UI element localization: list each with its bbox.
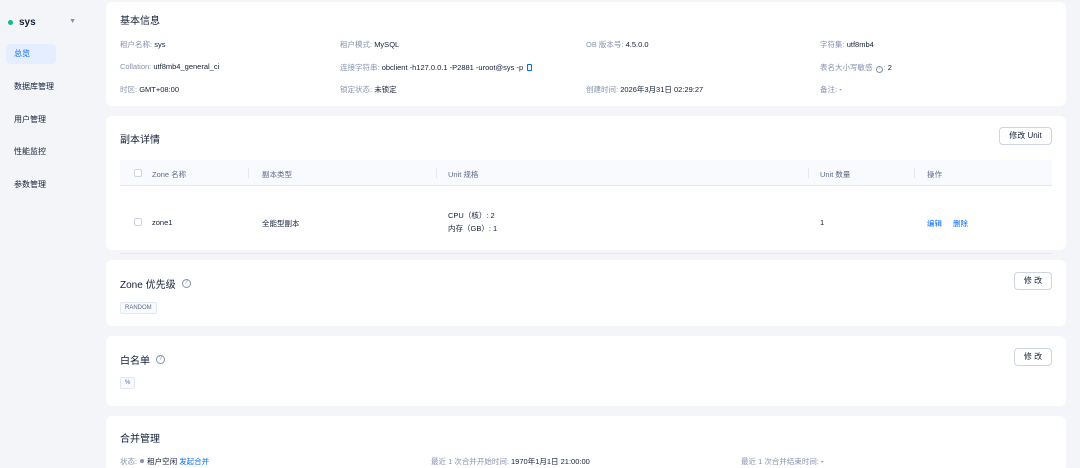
header-zone-name: Zone 名称 — [152, 170, 187, 179]
tenant-name: sys — [19, 16, 36, 28]
edit-zone-priority-button[interactable]: 修 改 — [1014, 272, 1052, 290]
header-unit-count: Unit 数量 — [820, 170, 851, 179]
sidebar-item-parameters[interactable]: 参数管理 — [6, 175, 76, 195]
row-unit-count: 1 — [820, 218, 825, 227]
row-checkbox[interactable] — [134, 218, 142, 226]
connection-string-field: 连接字符串: obclient -h127.0.0.1 -P2881 -uroo… — [340, 62, 533, 73]
created-time-field: 创建时间: 2026年3月31日 02:29:27 — [586, 85, 704, 94]
chevron-down-icon[interactable]: ▼ — [69, 18, 76, 25]
question-icon[interactable]: ? — [875, 66, 883, 73]
header-replica-type: 副本类型 — [262, 170, 292, 179]
last-merge-start-field: 最近 1 次合并开始时间: 1970年1月1日 21:00:00 — [431, 457, 590, 466]
whitelist-title: 白名单? — [120, 352, 165, 367]
row-edit-link[interactable]: 编辑 — [927, 218, 942, 229]
whitelist-tag: % — [120, 377, 136, 389]
collation-field: Collation: utf8mb4_general_ci — [120, 62, 220, 71]
sidebar: sys ▼ 总览 数据库管理 用户管理 性能监控 参数管理 — [0, 0, 96, 468]
row-delete-link[interactable]: 删除 — [953, 218, 968, 229]
charset-field: 字符集: utf8mb4 — [820, 40, 874, 49]
sidebar-item-users[interactable]: 用户管理 — [6, 110, 76, 130]
last-merge-end-field: 最近 1 次合并结束时间: - — [741, 457, 824, 466]
replica-details-card: 副本详情 修改 Unit Zone 名称 副本类型 Unit 规格 Unit 数… — [106, 116, 1066, 254]
status-dot — [140, 459, 145, 463]
row-unit-memory: 内存（GB）: 1 — [448, 224, 498, 233]
help-icon[interactable]: ? — [181, 279, 191, 288]
header-unit-spec: Unit 规格 — [448, 170, 479, 179]
whitelist-card: 白名单? 修 改 % — [106, 336, 1066, 406]
help-icon[interactable]: ? — [156, 355, 165, 364]
merge-management-title: 合并管理 — [120, 434, 160, 445]
zone-priority-title: Zone 优先级? — [120, 276, 191, 291]
ob-version-field: OB 版本号: 4.5.0.0 — [586, 40, 649, 49]
replica-details-title: 副本详情 — [120, 135, 160, 146]
tenant-status-dot — [8, 19, 13, 25]
tenant-name-field: 租户名称: sys — [120, 40, 166, 49]
row-zone-name: zone1 — [152, 218, 173, 227]
row-unit-cpu: CPU（核）: 2 — [448, 211, 495, 220]
copy-icon[interactable] — [527, 64, 533, 71]
sidebar-item-performance[interactable]: 性能监控 — [6, 142, 76, 162]
row-replica-type: 全能型副本 — [262, 219, 300, 228]
header-actions: 操作 — [927, 170, 942, 179]
tenant-selector[interactable]: sys ▼ — [8, 14, 84, 30]
start-merge-link[interactable]: 发起合并 — [179, 457, 209, 466]
table-header: Zone 名称 副本类型 Unit 规格 Unit 数量 操作 — [120, 160, 1052, 186]
edit-whitelist-button[interactable]: 修 改 — [1014, 348, 1052, 366]
basic-info-card: 基本信息 租户名称: sys 租户模式: MySQL OB 版本号: 4.5.0… — [106, 2, 1066, 106]
replica-table: Zone 名称 副本类型 Unit 规格 Unit 数量 操作 zone1 全能… — [120, 160, 1052, 254]
lock-status-field: 锁定状态: 未锁定 — [340, 85, 397, 94]
merge-management-card: 合并管理 状态: 租户空闲 发起合并 最近 1 次合并开始时间: 1970年1月1… — [106, 416, 1066, 468]
zone-priority-tag: RANDOM — [120, 302, 157, 314]
zone-priority-card: Zone 优先级? 修 改 RANDOM — [106, 260, 1066, 326]
basic-info-title: 基本信息 — [120, 16, 160, 27]
sidebar-item-database[interactable]: 数据库管理 — [6, 77, 76, 97]
edit-unit-button[interactable]: 修改 Unit — [999, 127, 1052, 145]
timezone-field: 时区: GMT+08:00 — [120, 85, 179, 94]
case-sensitivity-field: 表名大小写敏感 ?: 2 — [820, 63, 892, 73]
remark-field: 备注: - — [820, 85, 842, 94]
select-all-checkbox[interactable] — [134, 169, 142, 177]
sidebar-item-overview[interactable]: 总览 — [6, 44, 56, 64]
tenant-mode-field: 租户模式: MySQL — [340, 40, 400, 49]
merge-status-field: 状态: 租户空闲 发起合并 — [120, 457, 210, 466]
